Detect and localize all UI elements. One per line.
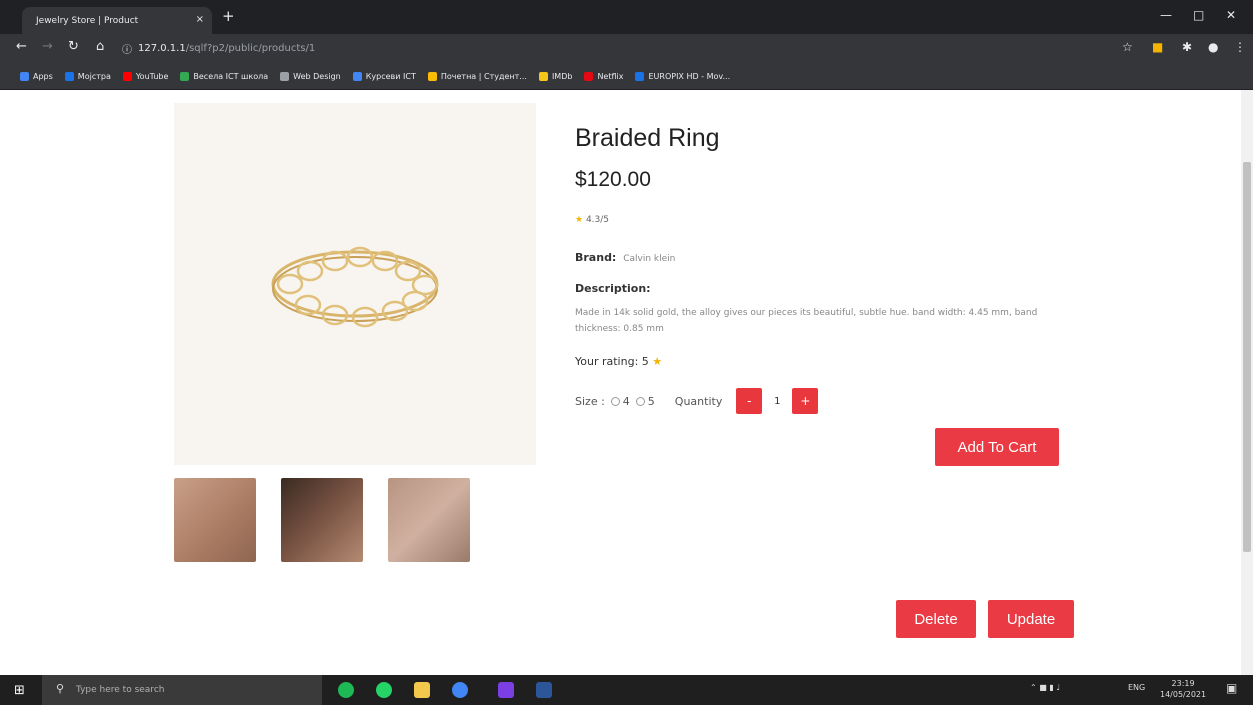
chrome-icon[interactable] xyxy=(452,682,468,698)
back-icon[interactable]: ← xyxy=(16,39,27,54)
bookmarks-bar: Apps Мојстра YouTube Весела ICT школа We… xyxy=(0,63,1253,90)
description-text: Made in 14k solid gold, the alloy gives … xyxy=(575,308,1038,334)
browser-tab-bar: Jewelry Store | Product × + — □ ✕ xyxy=(0,0,1253,34)
bookmark-item[interactable]: Мојстра xyxy=(64,71,111,81)
whatsapp-icon[interactable] xyxy=(376,682,392,698)
url-host: 127.0.1.1 xyxy=(138,43,186,54)
delete-button[interactable]: Delete xyxy=(896,600,976,638)
clock[interactable]: 23:19 14/05/2021 xyxy=(1160,678,1206,700)
tab-title: Jewelry Store | Product xyxy=(36,15,139,26)
bookmark-item[interactable]: YouTube xyxy=(122,71,168,81)
quantity-plus-button[interactable]: + xyxy=(792,388,819,414)
menu-icon[interactable]: ⋮ xyxy=(1234,40,1246,54)
notification-icon[interactable]: ▣ xyxy=(1226,681,1237,695)
windows-taskbar: ⊞ ⚲ Type here to search ⌃ ■ ▮ ♩ ENG 23:1… xyxy=(0,675,1253,705)
size-label: Size : xyxy=(575,394,605,408)
spotify-icon[interactable] xyxy=(338,682,354,698)
star-icon: ★ xyxy=(575,215,584,225)
info-icon: ⓘ xyxy=(122,45,132,56)
quantity-minus-button[interactable]: - xyxy=(736,388,763,414)
tab-product[interactable]: Jewelry Store | Product × xyxy=(22,7,212,34)
teams-icon[interactable] xyxy=(498,682,514,698)
profile-icon[interactable]: ● xyxy=(1208,40,1218,54)
brand-value: Calvin klein xyxy=(623,254,676,264)
your-rating: Your rating: 5 ★ xyxy=(575,355,663,368)
size-option-5: 5 xyxy=(647,394,655,408)
tray-icons[interactable]: ⌃ ■ ▮ ♩ xyxy=(1030,683,1060,692)
product-title: Braided Ring xyxy=(575,124,720,152)
new-tab-button[interactable]: + xyxy=(222,7,235,25)
size-quantity-row: Size : 4 5 Quantity - 1 + xyxy=(575,388,819,414)
home-icon[interactable]: ⌂ xyxy=(96,39,104,54)
taskbar-search[interactable]: ⚲ Type here to search xyxy=(42,675,322,705)
bookmark-star-icon[interactable]: ☆ xyxy=(1122,40,1133,54)
search-icon: ⚲ xyxy=(56,682,65,695)
quantity-label: Quantity xyxy=(674,394,723,408)
tab-close-icon[interactable]: × xyxy=(196,14,204,25)
brand-row: Brand: Calvin klein xyxy=(575,251,675,264)
size-radio-4[interactable] xyxy=(610,396,620,406)
word-icon[interactable] xyxy=(536,682,552,698)
description-label: Description: xyxy=(575,282,651,295)
quantity-value[interactable]: 1 xyxy=(762,396,792,407)
file-explorer-icon[interactable] xyxy=(414,682,430,698)
product-thumbnail-3[interactable] xyxy=(388,478,470,562)
search-placeholder: Type here to search xyxy=(76,685,165,695)
product-thumbnail-1[interactable] xyxy=(174,478,256,562)
puzzle-icon[interactable]: ✱ xyxy=(1182,40,1192,54)
size-option-4: 4 xyxy=(622,394,630,408)
bookmark-item[interactable]: Почетна | Студент... xyxy=(427,71,527,81)
maximize-icon[interactable]: □ xyxy=(1193,8,1204,22)
bookmark-item[interactable]: EUROPIX HD - Mov... xyxy=(635,71,730,81)
bookmark-item[interactable]: Web Design xyxy=(280,71,341,81)
product-thumbnail-2[interactable] xyxy=(281,478,363,562)
bookmark-item[interactable]: Курсеви ICT xyxy=(352,71,416,81)
windows-start-icon[interactable]: ⊞ xyxy=(14,683,25,698)
ring-image xyxy=(271,246,439,328)
bookmark-item[interactable]: IMDb xyxy=(538,71,572,81)
product-main-image xyxy=(174,103,536,465)
scrollbar-thumb[interactable] xyxy=(1243,162,1251,552)
product-page: Braided Ring $120.00 ★ 4.3/5 Brand: Calv… xyxy=(0,90,1241,675)
update-button[interactable]: Update xyxy=(988,600,1074,638)
reload-icon[interactable]: ↻ xyxy=(68,39,79,54)
browser-toolbar: ← → ↻ ⌂ ⓘ 127.0.1.1 /sqlf?p2/public/prod… xyxy=(0,34,1253,63)
product-price: $120.00 xyxy=(575,168,651,191)
forward-icon[interactable]: → xyxy=(42,39,53,54)
star-icon: ★ xyxy=(652,355,663,368)
language-indicator[interactable]: ENG xyxy=(1128,683,1145,692)
add-to-cart-button[interactable]: Add To Cart xyxy=(935,428,1059,466)
bookmark-item[interactable]: Весела ICT школа xyxy=(180,71,268,81)
size-radio-5[interactable] xyxy=(635,396,645,406)
close-window-icon[interactable]: ✕ xyxy=(1226,8,1236,22)
minimize-icon[interactable]: — xyxy=(1160,8,1172,22)
brand-label: Brand: xyxy=(575,251,617,264)
url-path: /sqlf?p2/public/products/1 xyxy=(185,43,316,54)
product-rating: ★ 4.3/5 xyxy=(575,215,610,225)
extension-icon[interactable]: ■ xyxy=(1152,40,1163,54)
bookmark-item[interactable]: Apps xyxy=(20,71,53,81)
page-scrollbar[interactable] xyxy=(1241,90,1253,675)
bookmark-item[interactable]: Netflix xyxy=(584,71,623,81)
address-bar[interactable]: ⓘ 127.0.1.1 /sqlf?p2/public/products/1 xyxy=(122,38,1112,59)
